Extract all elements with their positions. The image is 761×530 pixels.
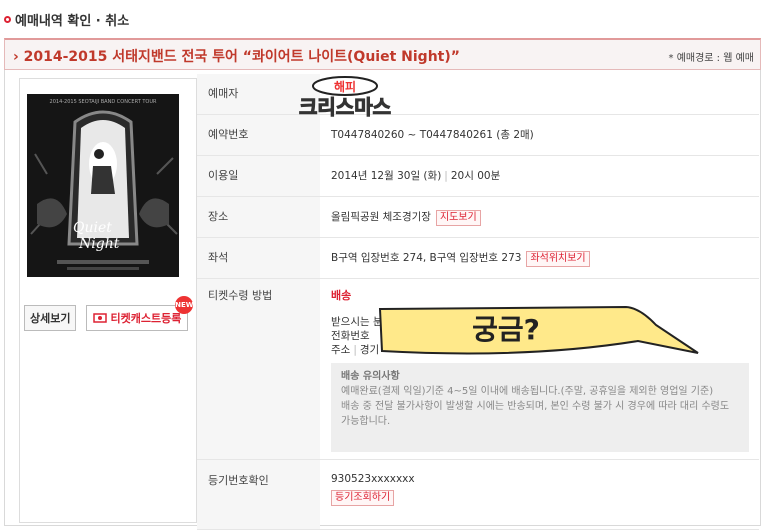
date-cell: 2014년 12월 30일 (화) | 20시 00분 — [320, 155, 759, 197]
reservation-label: 예약번호 — [197, 114, 320, 156]
notice-title: 배송 유의사항 — [341, 371, 400, 382]
reservation-value: T0447840260 ~ T0447840261 (총 2매) — [320, 114, 759, 156]
delivery-notice: 배송 유의사항 예매완료(결제 익일)기준 4~5일 이내에 배송됩니다.(주말… — [331, 363, 749, 452]
poster-logo-1: Quiet — [73, 220, 112, 236]
seat-location-button[interactable]: 좌석위치보기 — [526, 251, 590, 267]
booking-detail-panel: 2014-2015 SEOTAIJI BAND CONCERT TOUR Qui… — [4, 70, 761, 530]
address-label: 주소 — [331, 344, 351, 356]
christmas-sticker: 해피 크리스마스 — [299, 76, 392, 120]
separator: | — [444, 170, 448, 182]
row-registration: 등기번호확인 930523xxxxxxx 등기조회하기 — [197, 459, 759, 530]
sticker-text-1: 해피 — [334, 79, 356, 94]
row-venue: 장소 올림픽공원 체조경기장 지도보기 — [197, 196, 759, 238]
page-title: 예매내역 확인 · 취소 — [4, 10, 129, 29]
poster-art: 2014-2015 SEOTAIJI BAND CONCERT TOUR Qui… — [27, 94, 179, 277]
poster-column: 2014-2015 SEOTAIJI BAND CONCERT TOUR Qui… — [19, 78, 197, 523]
poster-top-text: 2014-2015 SEOTAIJI BAND CONCERT TOUR — [50, 99, 157, 105]
ticketcast-label: 티켓캐스트등록 — [110, 312, 182, 325]
concert-poster[interactable]: 2014-2015 SEOTAIJI BAND CONCERT TOUR Qui… — [27, 94, 179, 277]
venue-value: 올림픽공원 체조경기장 — [331, 211, 431, 223]
venue-cell: 올림픽공원 체조경기장 지도보기 — [320, 196, 759, 238]
poster-buttons: 상세보기 티켓캐스트등록 NEW — [24, 296, 194, 331]
new-badge: NEW — [175, 296, 194, 314]
bubble-text: 궁금? — [472, 313, 540, 346]
show-title-bar: › 2014-2015 서태지밴드 전국 투어 “콰이어트 나이트(Quiet … — [4, 38, 761, 70]
method-label: 티켓수령 방법 — [197, 278, 320, 460]
booking-info-table: 예매자 예약번호 T0447840260 ~ T0447840261 (총 2매… — [197, 74, 759, 530]
separator: | — [353, 344, 357, 356]
ticket-icon — [93, 313, 108, 323]
poster-logo-2: Night — [78, 236, 120, 252]
registration-label: 등기번호확인 — [197, 459, 320, 530]
row-reservation: 예약번호 T0447840260 ~ T0447840261 (총 2매) — [197, 114, 759, 156]
registration-value: 930523xxxxxxx — [331, 473, 415, 485]
seat-label: 좌석 — [197, 237, 320, 279]
notice-text-2: 배송 중 전달 불가사항이 발생할 시에는 반송되며, 본인 수령 불가 시 경… — [341, 401, 730, 427]
delivery-type: 배송 — [331, 289, 352, 302]
ticketcast-register-button[interactable]: 티켓캐스트등록 NEW — [86, 296, 194, 331]
sticker-text-2: 크리스마스 — [299, 95, 391, 119]
map-button[interactable]: 지도보기 — [435, 210, 481, 226]
detail-view-button[interactable]: 상세보기 — [24, 305, 77, 331]
date-value: 2014년 12월 30일 (화) — [331, 170, 442, 182]
registration-cell: 930523xxxxxxx 등기조회하기 — [320, 459, 759, 530]
date-label: 이용일 — [197, 155, 320, 197]
speech-bubble: 궁금? — [378, 305, 699, 355]
booking-route: * 예매경로 : 웹 예매 — [668, 53, 754, 64]
registration-lookup-button[interactable]: 등기조회하기 — [331, 490, 395, 506]
seat-cell: B구역 입장번호 274, B구역 입장번호 273 좌석위치보기 — [320, 237, 759, 279]
seat-value: B구역 입장번호 274, B구역 입장번호 273 — [331, 252, 522, 264]
page-title-text: 예매내역 확인 · 취소 — [15, 14, 130, 29]
bullet-icon — [4, 16, 11, 23]
time-value: 20시 00분 — [450, 170, 501, 182]
show-title: › 2014-2015 서태지밴드 전국 투어 “콰이어트 나이트(Quiet … — [13, 49, 460, 65]
notice-text-1: 예매완료(결제 익일)기준 4~5일 이내에 배송됩니다.(주말, 공휴일을 제… — [341, 386, 714, 397]
row-date: 이용일 2014년 12월 30일 (화) | 20시 00분 — [197, 155, 759, 197]
venue-label: 장소 — [197, 196, 320, 238]
row-seat: 좌석 B구역 입장번호 274, B구역 입장번호 273 좌석위치보기 — [197, 237, 759, 279]
